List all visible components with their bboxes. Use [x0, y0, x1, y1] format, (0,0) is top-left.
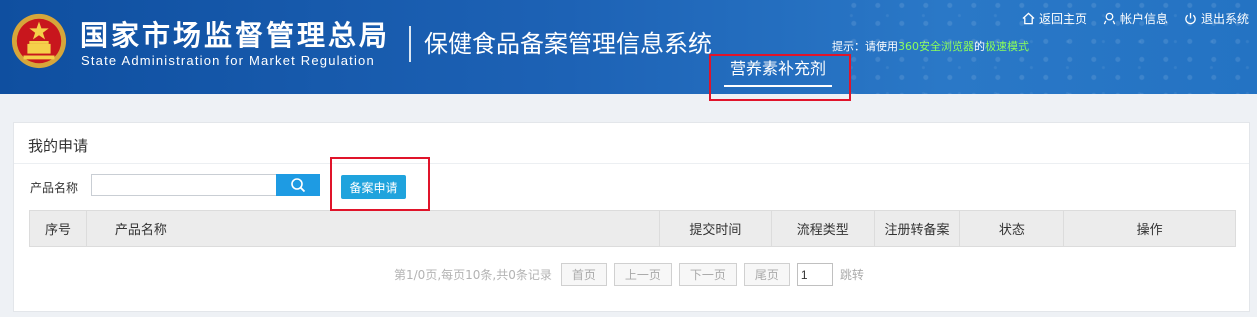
pagination: 第1/0页,每页10条,共0条记录 首页 上一页 下一页 尾页 跳转 — [394, 263, 864, 286]
tip-mode: 极速模式 — [985, 40, 1029, 53]
account-link[interactable]: 帐户信息 — [1103, 10, 1168, 27]
power-icon — [1185, 12, 1196, 25]
tip-prefix: 提示：请使用 — [832, 40, 898, 53]
next-page-button[interactable]: 下一页 — [678, 263, 737, 286]
column-header-product-name: 产品名称 — [87, 211, 660, 246]
column-header-index: 序号 — [30, 211, 87, 246]
panel-divider — [14, 163, 1249, 164]
column-header-submit-time: 提交时间 — [660, 211, 772, 246]
column-header-process-type: 流程类型 — [772, 211, 875, 246]
search-button[interactable] — [276, 174, 320, 196]
home-link-label: 返回主页 — [1038, 12, 1087, 26]
column-header-actions: 操作 — [1136, 223, 1163, 238]
my-applications-panel: 我的申请 产品名称 备案申请 序号 产品名称 提交时间 流程类型 注册转备案 状… — [13, 122, 1250, 312]
product-name-label: 产品名称 — [30, 181, 79, 195]
filing-apply-button[interactable]: 备案申请 — [341, 175, 406, 199]
panel-title: 我的申请 — [28, 137, 89, 155]
browser-tip: 提示：请使用360安全浏览器的极速模式 — [832, 38, 1029, 54]
system-name: 保健食品备案管理信息系统 — [424, 30, 712, 58]
tip-mid: 的 — [974, 40, 985, 53]
tab-nutrient-supplement[interactable]: 营养素补充剂 — [722, 57, 834, 89]
column-header-registration-to-filing: 注册转备案 — [875, 211, 961, 246]
jump-button[interactable]: 跳转 — [840, 266, 864, 283]
header-divider — [409, 26, 411, 62]
last-page-button[interactable]: 尾页 — [743, 263, 790, 286]
page-number-input[interactable] — [796, 263, 833, 286]
product-name-input[interactable] — [91, 174, 277, 196]
search-icon — [291, 178, 306, 193]
table-header: 序号 产品名称 提交时间 流程类型 注册转备案 状态 操作 — [29, 210, 1236, 247]
home-icon — [1022, 12, 1035, 25]
pagination-info: 第1/0页,每页10条,共0条记录 — [394, 268, 552, 282]
column-header-status: 状态 — [960, 211, 1065, 246]
tab-nutrient-supplement-label: 营养素补充剂 — [729, 59, 826, 78]
prev-page-button[interactable]: 上一页 — [613, 263, 672, 286]
org-name-en: State Administration for Market Regulati… — [81, 53, 375, 68]
logout-link[interactable]: 退出系统 — [1184, 10, 1249, 27]
active-tab-indicator — [724, 85, 832, 87]
user-icon — [1103, 12, 1116, 25]
logout-link-label: 退出系统 — [1200, 12, 1249, 26]
first-page-button[interactable]: 首页 — [560, 263, 607, 286]
top-links: 返回主页 帐户信息 退出系统 — [1022, 10, 1249, 27]
org-name-cn: 国家市场监督管理总局 — [80, 19, 391, 52]
account-link-label: 帐户信息 — [1119, 12, 1168, 26]
national-emblem-icon — [11, 13, 67, 69]
home-link[interactable]: 返回主页 — [1022, 10, 1087, 27]
header-banner: 国家市场监督管理总局 State Administration for Mark… — [0, 0, 1257, 94]
tip-browser: 360安全浏览器 — [898, 40, 974, 53]
